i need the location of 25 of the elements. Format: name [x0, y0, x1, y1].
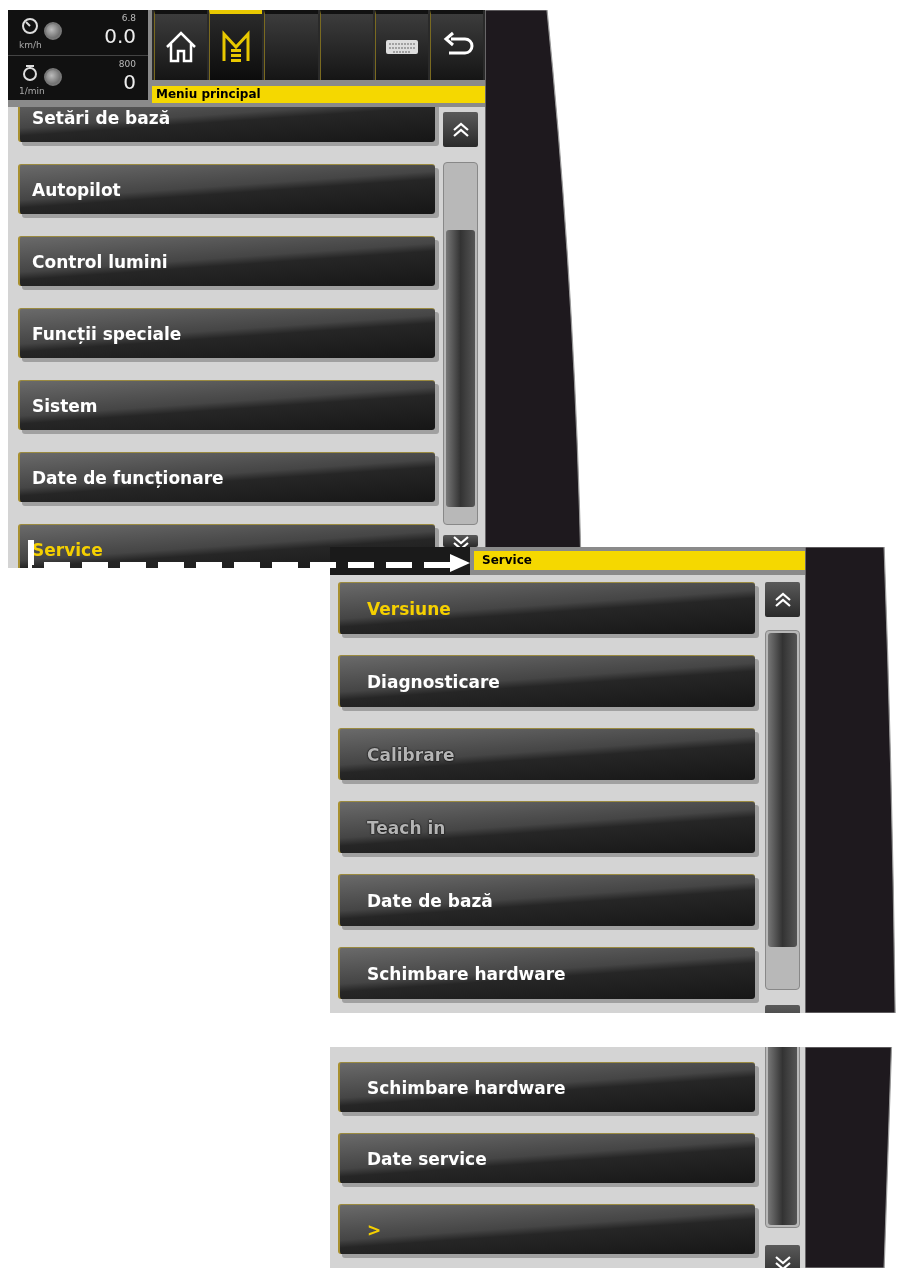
- toolbar-button[interactable]: [154, 10, 208, 80]
- gauge-value: 0: [123, 69, 136, 94]
- scrollbar-thumb[interactable]: [446, 230, 475, 507]
- indicator-lamp-icon: [44, 22, 62, 40]
- indicator-lamp-icon: [44, 67, 62, 86]
- scrollbar-track[interactable]: [443, 162, 478, 525]
- screen-title: Service: [474, 551, 805, 570]
- double-chevron-up-icon: [451, 121, 470, 138]
- scroll-up-button[interactable]: [765, 582, 800, 617]
- toolbar-button[interactable]: [374, 10, 428, 80]
- scrollbar-thumb[interactable]: [768, 633, 797, 947]
- scroll-down-button[interactable]: [443, 535, 478, 547]
- unit-label: 1/min: [19, 85, 45, 96]
- scrollbar-track[interactable]: [765, 630, 800, 990]
- screen-title: Meniu principal: [152, 86, 485, 103]
- unit-label: km/h: [19, 40, 42, 50]
- double-chevron-up-icon: [773, 591, 792, 608]
- double-chevron-down-icon: [451, 535, 470, 547]
- limit-value: 6.8: [121, 13, 136, 23]
- double-chevron-down-icon: [773, 1254, 792, 1268]
- speedometer-icon: [20, 16, 40, 36]
- scroll-up-button[interactable]: [443, 112, 478, 147]
- limit-value: 800: [118, 58, 136, 69]
- toolbar-button[interactable]: [429, 10, 484, 80]
- gauge-value: 0.0: [104, 24, 136, 48]
